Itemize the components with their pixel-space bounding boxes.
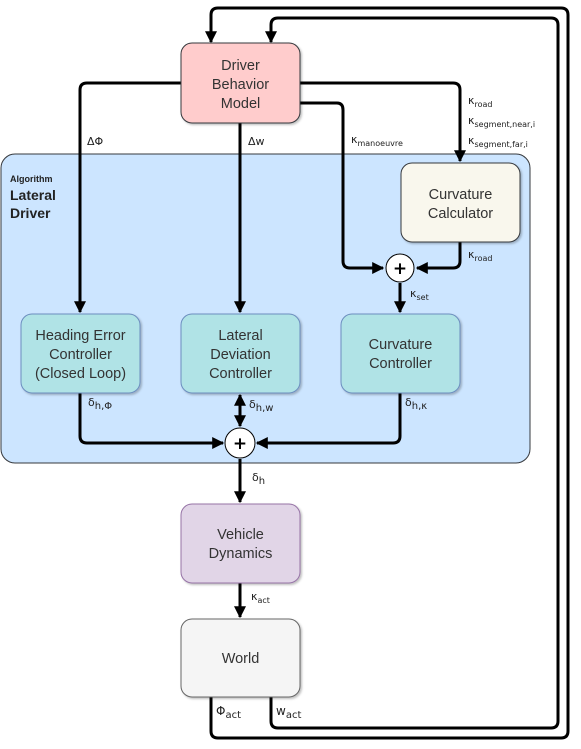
vehicle-dynamics-line-2: Dynamics: [209, 546, 273, 562]
label-kappa-segment-near: κsegment,near,i: [468, 114, 535, 129]
label-delta-w: Δw: [248, 135, 265, 148]
vehicle-dynamics-block[interactable]: Vehicle Dynamics: [180, 503, 301, 584]
curvature-controller-block[interactable]: Curvature Controller: [340, 313, 461, 394]
vehicle-dynamics-line-1: Vehicle: [217, 527, 264, 543]
curvature-calculator-line-2: Calculator: [428, 206, 493, 222]
heading-error-controller-line-3: (Closed Loop): [35, 366, 126, 382]
label-kappa-act: κact: [251, 590, 270, 605]
heading-error-controller-line-2: Controller: [49, 347, 112, 363]
world-block[interactable]: World: [180, 618, 301, 698]
driver-behavior-model-line-1: Driver: [221, 58, 260, 74]
lateral-driver-block-diagram: Algorithm Lateral Driver Driver Behavior…: [0, 6, 570, 740]
label-kappa-road-in: κroad: [468, 94, 492, 109]
lateral-deviation-controller-line-2: Deviation: [210, 347, 270, 363]
curvature-calculator-line-1: Curvature: [429, 187, 493, 203]
summing-junction-steering: +: [224, 427, 256, 459]
heading-error-controller-line-1: Heading Error: [35, 328, 125, 344]
group-title-line-1: Lateral: [10, 187, 56, 203]
label-kappa-manoeuvre: κmanoeuvre: [351, 133, 403, 148]
label-phi-act: Φact: [216, 704, 241, 721]
heading-error-controller-block[interactable]: Heading Error Controller (Closed Loop): [20, 313, 141, 394]
label-kappa-segment-far: κsegment,far,i: [468, 134, 528, 149]
plus-icon: +: [233, 434, 247, 454]
lateral-deviation-controller-line-3: Controller: [209, 366, 272, 382]
label-w-act: wact: [276, 704, 301, 721]
group-title-line-2: Driver: [10, 205, 51, 221]
summing-junction-kappa: +: [385, 253, 415, 283]
label-delta-phi: ΔΦ: [87, 135, 104, 148]
label-delta-h: δh: [252, 471, 265, 487]
world-label: World: [222, 651, 260, 667]
lateral-deviation-controller-block[interactable]: Lateral Deviation Controller: [180, 313, 301, 394]
group-caption: Algorithm: [10, 174, 53, 184]
driver-behavior-model-line-2: Behavior: [212, 77, 269, 93]
lateral-deviation-controller-line-1: Lateral: [218, 328, 262, 344]
driver-behavior-model-line-3: Model: [221, 96, 261, 112]
curvature-calculator-block[interactable]: Curvature Calculator: [400, 162, 521, 243]
curvature-controller-line-1: Curvature: [369, 337, 433, 353]
plus-icon: +: [393, 259, 407, 279]
wire-kappa-road-in: [300, 81, 466, 163]
curvature-controller-line-2: Controller: [369, 356, 432, 372]
driver-behavior-model-block[interactable]: Driver Behavior Model: [180, 42, 301, 124]
